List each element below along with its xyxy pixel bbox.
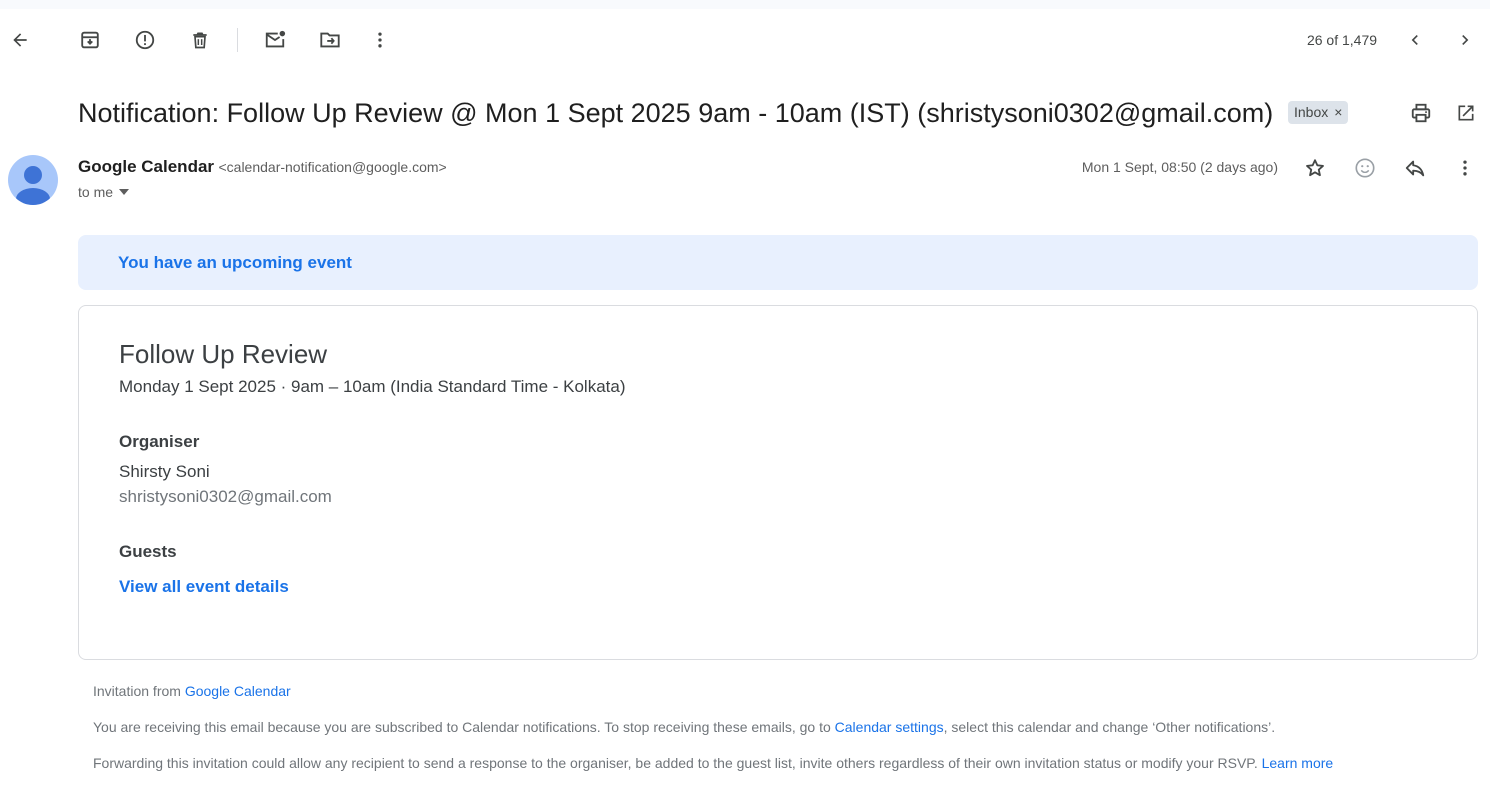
email-subject: Notification: Follow Up Review @ Mon 1 S… — [78, 98, 1274, 128]
message-toolbar: 26 of 1,479 — [0, 18, 1490, 62]
person-icon — [16, 166, 50, 205]
star-button[interactable] — [1295, 148, 1335, 188]
emoji-icon — [1354, 157, 1376, 179]
invitation-prefix: Invitation from — [93, 683, 185, 699]
reply-icon — [1404, 157, 1426, 179]
delete-button[interactable] — [180, 18, 220, 62]
open-new-window-button[interactable] — [1446, 93, 1486, 133]
google-calendar-link[interactable]: Google Calendar — [185, 683, 291, 699]
subscription-prefix: You are receiving this email because you… — [93, 719, 835, 735]
chevron-right-icon — [1455, 30, 1475, 50]
learn-more-link[interactable]: Learn more — [1262, 755, 1334, 771]
organiser-email: shristysoni0302@gmail.com — [119, 487, 332, 506]
reply-button[interactable] — [1395, 148, 1435, 188]
forwarding-notice: Forwarding this invitation could allow a… — [93, 753, 1333, 773]
banner-text: You have an upcoming event — [118, 253, 352, 272]
archive-button[interactable] — [70, 18, 110, 62]
move-to-button[interactable] — [310, 18, 350, 62]
guests-label: Guests — [119, 542, 177, 561]
recipient-details-toggle[interactable]: to me — [78, 181, 130, 203]
archive-icon — [79, 29, 101, 51]
upcoming-event-banner: You have an upcoming event — [78, 235, 1478, 290]
message-counter: 26 of 1,479 — [1306, 32, 1378, 48]
remove-label-icon[interactable]: × — [1334, 101, 1342, 124]
organiser-name: Shirsty Soni — [119, 462, 210, 481]
organiser-label: Organiser — [119, 432, 200, 451]
more-vert-icon — [370, 30, 390, 50]
event-card: Follow Up Review Monday 1 Sept 2025 · 9a… — [78, 305, 1478, 660]
sender-line: Google Calendar <calendar-notification@g… — [78, 155, 447, 179]
sender-avatar — [8, 155, 58, 205]
chevron-left-icon — [1405, 30, 1425, 50]
subscription-notice: You are receiving this email because you… — [93, 717, 1275, 737]
mark-unread-icon — [264, 29, 286, 51]
inbox-label-chip[interactable]: Inbox × — [1288, 101, 1349, 124]
forwarding-text: Forwarding this invitation could allow a… — [93, 755, 1262, 771]
older-button[interactable] — [1445, 18, 1485, 62]
back-button[interactable] — [0, 18, 40, 62]
print-icon — [1410, 102, 1432, 124]
recipient-text: to me — [78, 184, 114, 200]
newer-button[interactable] — [1395, 18, 1435, 62]
dropdown-arrow-icon — [119, 189, 130, 195]
message-more-button[interactable] — [1445, 148, 1485, 188]
back-arrow-icon — [10, 30, 30, 50]
open-in-new-icon — [1456, 103, 1476, 123]
message-date: Mon 1 Sept, 08:50 (2 days ago) — [1081, 159, 1278, 175]
more-vert-icon — [1455, 158, 1475, 178]
print-all-button[interactable] — [1401, 93, 1441, 133]
delete-icon — [190, 30, 210, 50]
sender-name[interactable]: Google Calendar — [78, 157, 214, 176]
calendar-settings-link[interactable]: Calendar settings — [835, 719, 944, 735]
more-options-button[interactable] — [360, 18, 400, 62]
toolbar-divider — [237, 28, 238, 52]
invitation-footer: Invitation from Google Calendar — [93, 681, 291, 701]
inbox-label-text: Inbox — [1294, 104, 1329, 120]
star-icon — [1304, 157, 1326, 179]
event-datetime: Monday 1 Sept 2025 · 9am – 10am (India S… — [119, 377, 626, 396]
sender-email: <calendar-notification@google.com> — [218, 159, 447, 175]
subscription-suffix: , select this calendar and change ‘Other… — [943, 719, 1276, 735]
add-reaction-button[interactable] — [1345, 148, 1385, 188]
report-spam-button[interactable] — [125, 18, 165, 62]
view-event-details-link[interactable]: View all event details — [119, 574, 289, 600]
top-strip — [0, 0, 1490, 9]
event-title: Follow Up Review — [119, 339, 328, 369]
move-to-icon — [319, 29, 341, 51]
report-spam-icon — [134, 29, 156, 51]
mark-unread-button[interactable] — [255, 18, 295, 62]
